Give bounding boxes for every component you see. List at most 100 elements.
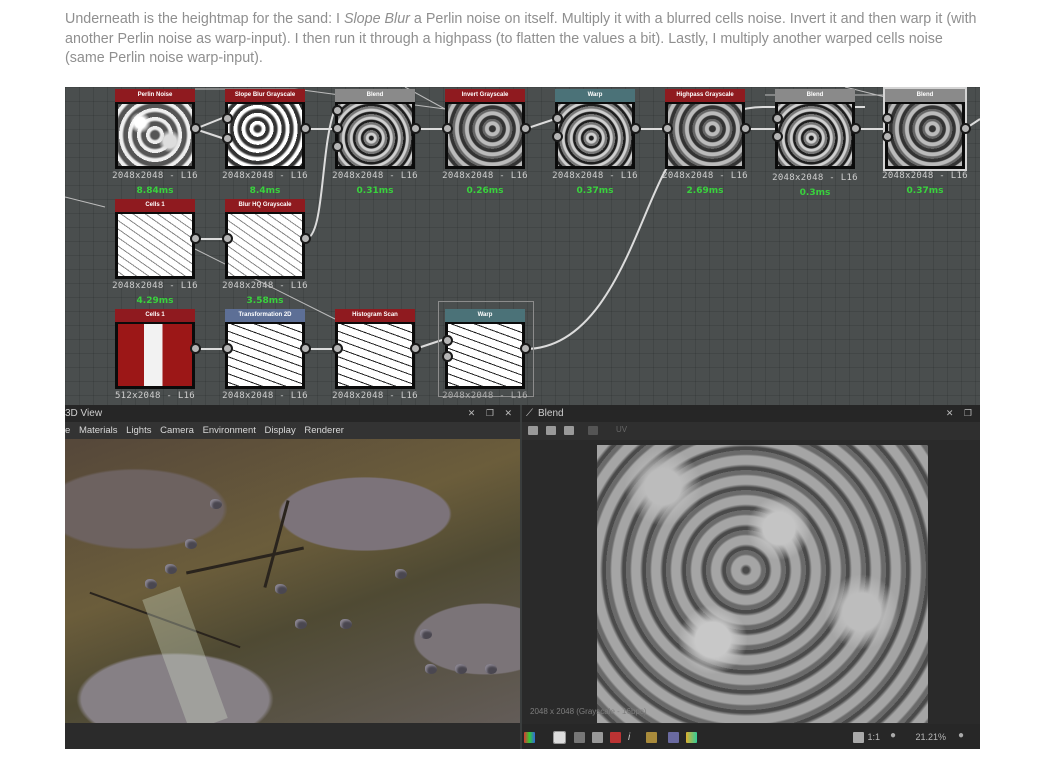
view3d-viewport[interactable]: [65, 439, 520, 723]
node-title: Blur HQ Grayscale: [225, 199, 305, 212]
view-icon: ⟋: [526, 408, 533, 419]
node-thumbnail: [228, 214, 302, 276]
menu-materials[interactable]: Materials: [79, 425, 118, 436]
node-size-label: 2048x2048 - L16: [332, 391, 418, 401]
input-port[interactable]: [552, 131, 563, 142]
export-icon[interactable]: [564, 426, 574, 435]
fit-icon[interactable]: [853, 732, 864, 743]
node-thumbnail: [338, 104, 412, 166]
zoom-level[interactable]: 21.21%: [915, 732, 946, 742]
node-size-label: 2048x2048 - L16: [772, 173, 858, 183]
pin-icon[interactable]: ✕: [468, 408, 480, 418]
ratio-button[interactable]: 1:1: [867, 732, 880, 742]
channel-icon[interactable]: [588, 426, 598, 435]
info-icon[interactable]: i: [628, 732, 639, 743]
output-port[interactable]: [850, 123, 861, 134]
node-title: Invert Grayscale: [445, 89, 525, 102]
output-port[interactable]: [520, 343, 531, 354]
histogram-icon[interactable]: [646, 732, 657, 743]
menu-renderer[interactable]: Renderer: [304, 425, 344, 436]
menu-camera[interactable]: Camera: [160, 425, 194, 436]
node-time-label: 0.37ms: [576, 186, 614, 196]
menu-scene[interactable]: e: [65, 425, 70, 436]
input-port[interactable]: [662, 123, 673, 134]
display-mode-icon[interactable]: [668, 732, 679, 743]
node-invert-grayscale[interactable]: Invert Grayscale: [445, 89, 525, 169]
pebble: [185, 539, 197, 549]
float-icon[interactable]: ❐: [964, 408, 976, 418]
view3d-header: 3D View ✕ ❐ ✕: [65, 405, 520, 422]
input-port[interactable]: [332, 123, 343, 134]
node-histogram-scan[interactable]: Histogram Scan: [335, 309, 415, 389]
input-port[interactable]: [772, 113, 783, 124]
output-port[interactable]: [630, 123, 641, 134]
output-port[interactable]: [300, 343, 311, 354]
pebble: [165, 564, 177, 574]
node-blend-2[interactable]: Blend: [775, 89, 855, 169]
node-highpass-grayscale[interactable]: Highpass Grayscale: [665, 89, 745, 169]
grid-icon[interactable]: [574, 732, 585, 743]
node-blend-3[interactable]: Blend: [883, 87, 967, 171]
input-port[interactable]: [772, 131, 783, 142]
checker-icon[interactable]: [553, 731, 566, 744]
output-port[interactable]: [190, 343, 201, 354]
output-port[interactable]: [960, 123, 971, 134]
pin-icon[interactable]: ✕: [946, 408, 958, 418]
zoom-out-icon[interactable]: ●: [890, 730, 896, 741]
input-port[interactable]: [332, 343, 343, 354]
output-port[interactable]: [190, 233, 201, 244]
node-cells-1-small[interactable]: Cells 1: [115, 309, 195, 389]
view3d-menubar: e Materials Lights Camera Environment Di…: [65, 422, 520, 439]
tile-icon[interactable]: [592, 732, 603, 743]
input-port[interactable]: [442, 123, 453, 134]
blend-2d-panel: ⟋ Blend ✕ ❐ UV 2048 x 2048 (Grayscale - …: [522, 405, 980, 749]
input-port[interactable]: [332, 105, 343, 116]
copy-icon[interactable]: [528, 426, 538, 435]
input-port[interactable]: [882, 131, 893, 142]
save-icon[interactable]: [546, 426, 556, 435]
input-port[interactable]: [222, 133, 233, 144]
input-port[interactable]: [222, 113, 233, 124]
node-perlin-noise[interactable]: Perlin Noise: [115, 89, 195, 169]
output-port[interactable]: [300, 123, 311, 134]
output-port[interactable]: [520, 123, 531, 134]
color-picker-icon[interactable]: [610, 732, 621, 743]
input-port[interactable]: [442, 351, 453, 362]
input-port[interactable]: [222, 343, 233, 354]
output-port[interactable]: [190, 123, 201, 134]
close-icon[interactable]: ✕: [504, 408, 516, 418]
node-graph[interactable]: Perlin Noise 2048x2048 - L16 8.84ms Slop…: [65, 87, 980, 405]
menu-lights[interactable]: Lights: [126, 425, 151, 436]
node-size-label: 2048x2048 - L16: [112, 281, 198, 291]
rgb-channels-icon[interactable]: [524, 732, 535, 743]
node-cells-1[interactable]: Cells 1: [115, 199, 195, 279]
node-blend-1[interactable]: Blend: [335, 89, 415, 169]
node-warp-2[interactable]: Warp: [445, 309, 525, 389]
designer-screenshot: Perlin Noise 2048x2048 - L16 8.84ms Slop…: [65, 87, 980, 749]
input-port[interactable]: [332, 141, 343, 152]
view3d-title: 3D View: [65, 408, 103, 419]
menu-display[interactable]: Display: [265, 425, 296, 436]
output-port[interactable]: [410, 343, 421, 354]
node-blur-hq-grayscale[interactable]: Blur HQ Grayscale: [225, 199, 305, 279]
output-port[interactable]: [410, 123, 421, 134]
blend-preview-image[interactable]: [597, 445, 928, 723]
menu-environment[interactable]: Environment: [203, 425, 256, 436]
input-port[interactable]: [442, 335, 453, 346]
input-port[interactable]: [882, 113, 893, 124]
color-mode-icon[interactable]: [686, 732, 697, 743]
node-thumbnail: [338, 324, 412, 386]
input-port[interactable]: [552, 113, 563, 124]
node-warp-1[interactable]: Warp: [555, 89, 635, 169]
node-title: Cells 1: [115, 309, 195, 322]
node-slope-blur-grayscale[interactable]: Slope Blur Grayscale: [225, 89, 305, 169]
output-port[interactable]: [740, 123, 751, 134]
float-icon[interactable]: ❐: [486, 408, 498, 418]
node-transformation-2d[interactable]: Transformation 2D: [225, 309, 305, 389]
node-size-label: 2048x2048 - L16: [442, 391, 528, 401]
input-port[interactable]: [222, 233, 233, 244]
zoom-in-icon[interactable]: ●: [958, 730, 964, 741]
output-port[interactable]: [300, 233, 311, 244]
image-info-caption: 2048 x 2048 (Grayscale - 16bpc): [530, 707, 647, 716]
uv-label[interactable]: UV: [616, 425, 627, 434]
